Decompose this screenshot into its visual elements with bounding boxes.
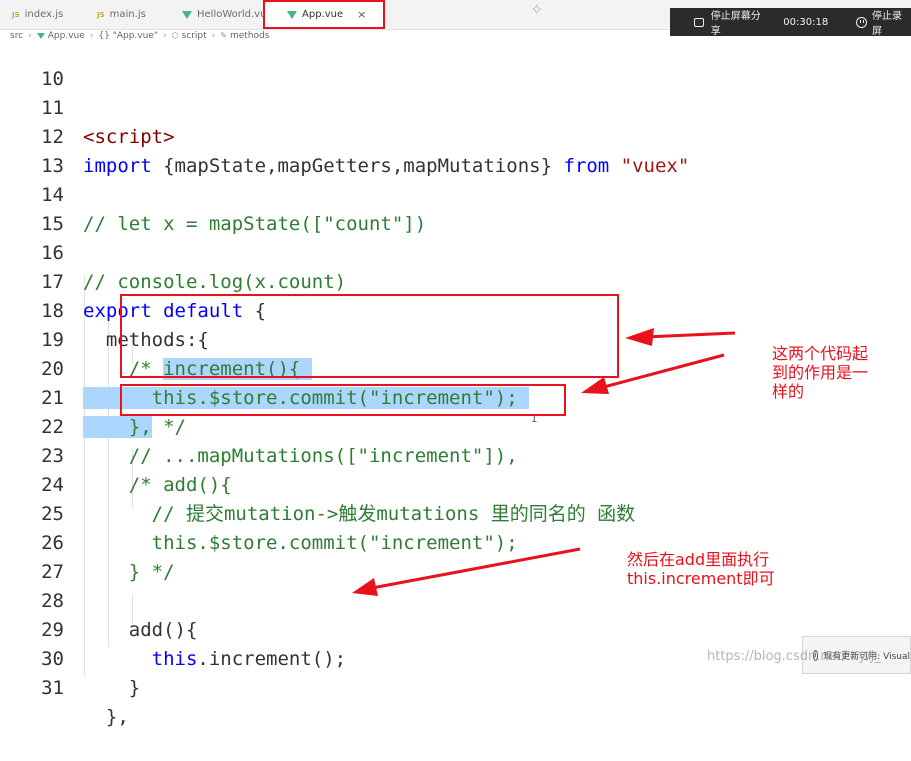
code-line: 15: [0, 181, 911, 235]
annotation-box-map-mutations: [120, 384, 566, 416]
share-timer: 00:30:18: [783, 16, 829, 28]
code-line: 16 // console.log(x.count): [0, 210, 911, 293]
code-line: 30 }: [0, 616, 911, 699]
code-line: 11 <script>: [0, 65, 911, 148]
code-line: 23 /* add(){: [0, 413, 911, 496]
close-tab-icon[interactable]: ×: [357, 8, 366, 21]
tab-label: HelloWorld.vue: [197, 9, 273, 20]
code-line: 18 methods:{: [0, 268, 911, 351]
tab-label: index.js: [24, 9, 64, 20]
screen-share-bar: 停止屏幕分享 00:30:18 停止录屏: [670, 7, 911, 37]
vue-file-icon: [287, 10, 297, 19]
code-line: 24 // 提交mutation->触发mutations 里的同名的 函数: [0, 442, 911, 525]
tab-helloworld-vue[interactable]: HelloWorld.vue: [170, 0, 273, 29]
js-file-icon: JS: [97, 10, 105, 19]
code-line: 12 import {mapState,mapGetters,mapMutati…: [0, 94, 911, 177]
code-text: }: [83, 677, 141, 699]
tab-label: main.js: [109, 9, 146, 20]
code-line: 10: [0, 36, 911, 90]
line-number: 31: [41, 677, 64, 699]
screen-share-icon: [694, 17, 704, 27]
stop-record-button[interactable]: 停止录屏: [872, 7, 911, 37]
watermark: https://blog.csdn.net/...y/J_: [707, 649, 881, 664]
stop-share-button[interactable]: 停止屏幕分享: [711, 7, 770, 37]
vue-file-icon: [182, 10, 192, 19]
code-line: 13: [0, 123, 911, 177]
code-line: 17 export default {: [0, 239, 911, 322]
tab-main-js[interactable]: JS main.js: [85, 0, 170, 29]
js-file-icon: JS: [12, 10, 20, 19]
code-line: 29 this.increment();: [0, 587, 911, 670]
annotation-note-same-effect: 这两个代码起 到的作用是一 样的: [772, 344, 869, 401]
tab-app-vue[interactable]: App.vue ×: [265, 0, 383, 29]
stop-record-icon: [856, 16, 867, 28]
code-line: 25 this.$store.commit("increment");: [0, 471, 911, 554]
code-line: 26 } */: [0, 500, 911, 583]
code-text: },: [83, 706, 129, 728]
annotation-box-commented-code: [120, 294, 619, 378]
pin-icon[interactable]: ✧: [530, 0, 543, 20]
code-line: 14 // let x = mapState(["count"]): [0, 152, 911, 235]
tab-label: App.vue: [302, 9, 344, 20]
annotation-note-then-call: 然后在add里面执行 this.increment即可: [627, 550, 775, 588]
tab-index-js[interactable]: JS index.js: [0, 0, 85, 29]
